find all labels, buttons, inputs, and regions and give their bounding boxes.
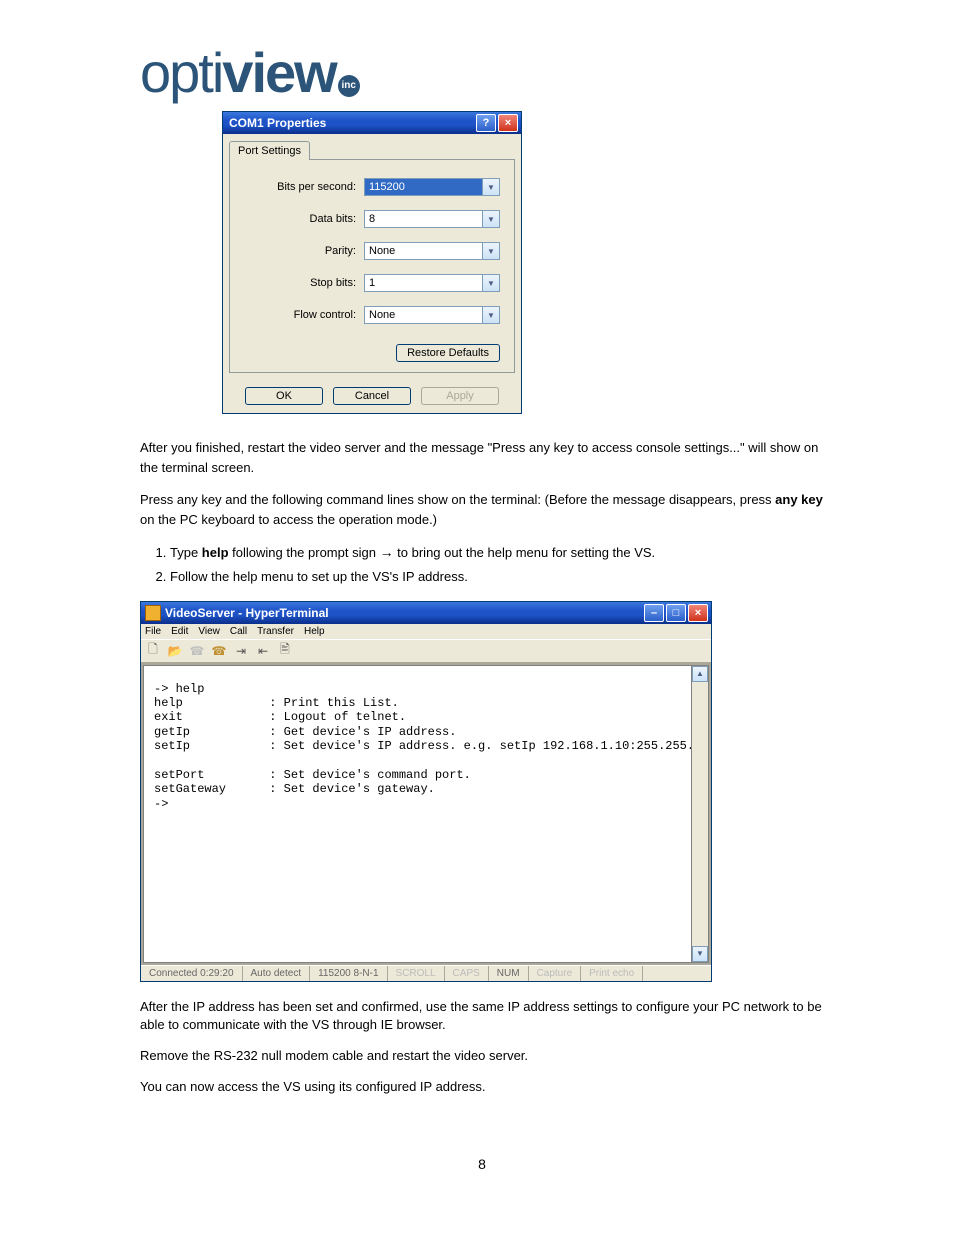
paragraph: After you finished, restart the video se… (140, 438, 824, 477)
company-logo: optiviewinc (140, 40, 360, 105)
dropdown-data-bits[interactable]: 8▼ (364, 210, 500, 228)
status-num: NUM (489, 966, 529, 981)
menu-view[interactable]: View (198, 626, 220, 637)
window-titlebar: VideoServer - HyperTerminal – □ × (141, 602, 711, 624)
com-properties-dialog: COM1 Properties ? × Port Settings Bits p… (222, 111, 522, 414)
menu-transfer[interactable]: Transfer (257, 626, 294, 637)
tool-open-icon[interactable]: 📂 (167, 643, 183, 659)
menu-help[interactable]: Help (304, 626, 325, 637)
hyperterminal-window: VideoServer - HyperTerminal – □ × File E… (140, 601, 712, 982)
tab-port-settings[interactable]: Port Settings (229, 141, 310, 160)
close-button[interactable]: × (498, 114, 518, 132)
tool-properties-icon[interactable]: 🖹 (277, 643, 293, 659)
menu-bar: File Edit View Call Transfer Help (141, 624, 711, 640)
scrollbar-vertical[interactable]: ▲▼ (692, 665, 709, 963)
window-title: VideoServer - HyperTerminal (165, 606, 329, 620)
app-icon (145, 605, 161, 621)
label-parity: Parity: (244, 245, 364, 257)
status-detect: Auto detect (243, 966, 311, 981)
status-baud: 115200 8-N-1 (310, 966, 387, 981)
list-item: Follow the help menu to set up the VS's … (170, 567, 824, 587)
status-caps: CAPS (445, 966, 489, 981)
label-flow-control: Flow control: (244, 309, 364, 321)
tool-send-icon[interactable]: ⇥ (233, 643, 249, 659)
apply-button[interactable]: Apply (421, 387, 499, 405)
terminal-output[interactable]: -> help help : Print this List. exit : L… (143, 665, 692, 963)
menu-edit[interactable]: Edit (171, 626, 188, 637)
paragraph: After the IP address has been set and co… (140, 998, 824, 1034)
chevron-down-icon[interactable]: ▼ (483, 274, 500, 292)
label-stop-bits: Stop bits: (244, 277, 364, 289)
dropdown-parity[interactable]: None▼ (364, 242, 500, 260)
help-button[interactable]: ? (476, 114, 496, 132)
scroll-up-icon[interactable]: ▲ (692, 666, 708, 682)
ok-button[interactable]: OK (245, 387, 323, 405)
dropdown-bits-per-second[interactable]: 115200▼ (364, 178, 500, 196)
tool-hangup-icon[interactable]: ☎ (211, 643, 227, 659)
page-number: 8 (140, 1156, 824, 1172)
status-bar: Connected 0:29:20 Auto detect 115200 8-N… (141, 965, 711, 981)
tool-receive-icon[interactable]: ⇤ (255, 643, 271, 659)
chevron-down-icon[interactable]: ▼ (483, 178, 500, 196)
restore-defaults-button[interactable]: Restore Defaults (396, 344, 500, 362)
maximize-button[interactable]: □ (666, 604, 686, 622)
dialog-titlebar: COM1 Properties ? × (223, 112, 521, 134)
paragraph: Remove the RS-232 null modem cable and r… (140, 1047, 824, 1065)
chevron-down-icon[interactable]: ▼ (483, 210, 500, 228)
paragraph: Press any key and the following command … (140, 490, 824, 529)
label-data-bits: Data bits: (244, 213, 364, 225)
close-button[interactable]: × (688, 604, 708, 622)
tool-new-icon[interactable]: 🗋 (145, 643, 161, 659)
arrow-right-icon: → (380, 544, 394, 560)
list-item: Type help following the prompt sign → to… (170, 542, 824, 563)
status-capture: Capture (529, 966, 582, 981)
toolbar: 🗋 📂 ☎ ☎ ⇥ ⇤ 🖹 (141, 640, 711, 663)
status-echo: Print echo (581, 966, 643, 981)
minimize-button[interactable]: – (644, 604, 664, 622)
dialog-title: COM1 Properties (229, 116, 326, 130)
chevron-down-icon[interactable]: ▼ (483, 306, 500, 324)
status-scroll: SCROLL (388, 966, 445, 981)
cancel-button[interactable]: Cancel (333, 387, 411, 405)
label-bits-per-second: Bits per second: (244, 181, 364, 193)
scroll-down-icon[interactable]: ▼ (692, 946, 708, 962)
dropdown-stop-bits[interactable]: 1▼ (364, 274, 500, 292)
tool-call-icon[interactable]: ☎ (189, 643, 205, 659)
menu-file[interactable]: File (145, 626, 161, 637)
status-connected: Connected 0:29:20 (141, 966, 243, 981)
paragraph: You can now access the VS using its conf… (140, 1078, 824, 1096)
menu-call[interactable]: Call (230, 626, 247, 637)
chevron-down-icon[interactable]: ▼ (483, 242, 500, 260)
dropdown-flow-control[interactable]: None▼ (364, 306, 500, 324)
